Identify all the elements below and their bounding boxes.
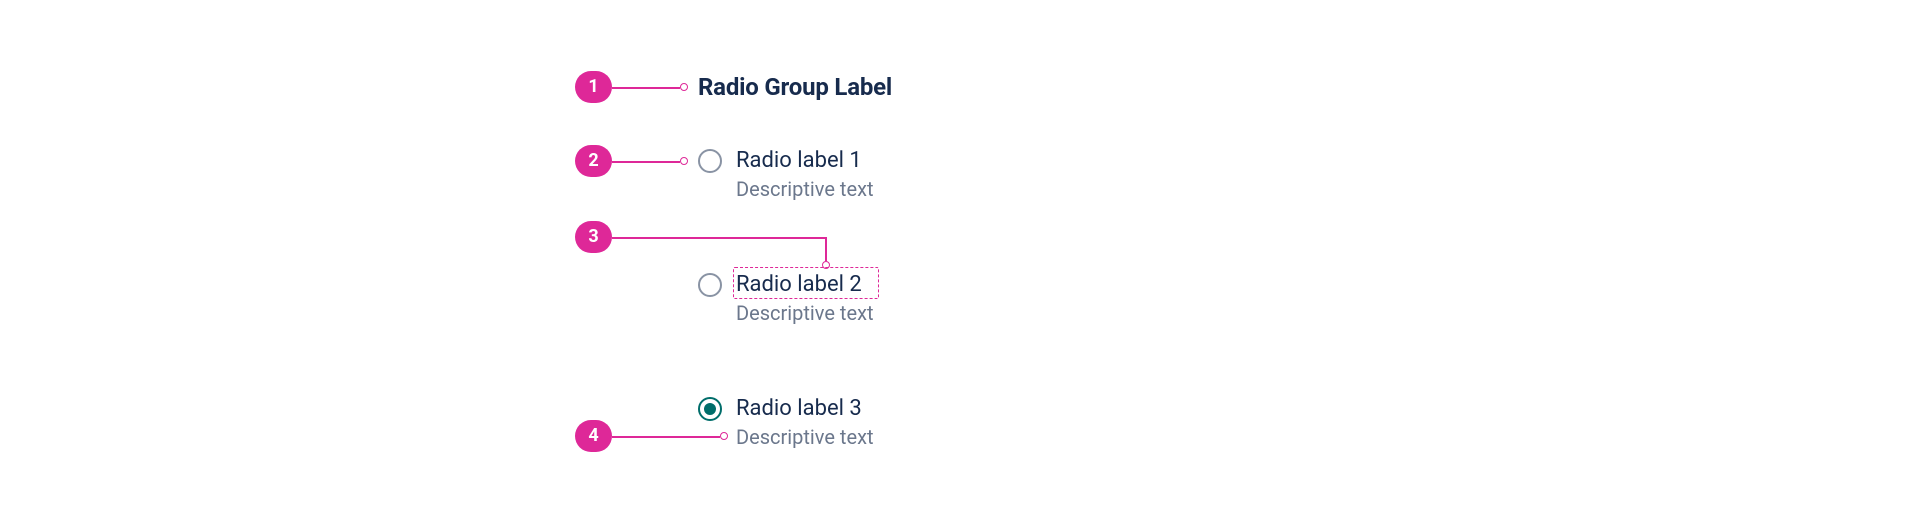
radio-option-2[interactable]: Radio label 2 Descriptive text	[698, 271, 874, 326]
radio-unchecked-icon	[698, 149, 722, 173]
radio-option-3[interactable]: Radio label 3 Descriptive text	[698, 395, 874, 450]
annotation-leader-3-h	[612, 237, 826, 239]
radio-group-label: Radio Group Label	[698, 73, 892, 101]
annotation-pill-2: 2	[575, 145, 612, 177]
annotation-endpoint-3	[822, 261, 830, 269]
radio-label: Radio label 3	[736, 395, 874, 423]
radio-checked-icon	[698, 397, 722, 421]
radio-text-block: Radio label 2 Descriptive text	[736, 271, 874, 326]
radio-description: Descriptive text	[736, 425, 874, 450]
radio-text-block: Radio label 3 Descriptive text	[736, 395, 874, 450]
radio-checked-dot-icon	[704, 403, 716, 415]
radio-text-block: Radio label 1 Descriptive text	[736, 147, 874, 202]
annotation-pill-4: 4	[575, 420, 612, 452]
radio-label: Radio label 1	[736, 147, 874, 175]
annotation-endpoint-2	[680, 157, 688, 165]
annotation-endpoint-4	[720, 432, 728, 440]
radio-option-1[interactable]: Radio label 1 Descriptive text	[698, 147, 874, 202]
annotation-leader-4	[612, 436, 720, 438]
annotation-pill-3: 3	[575, 221, 612, 253]
radio-label: Radio label 2	[736, 271, 874, 299]
annotation-leader-3-v	[825, 237, 827, 261]
diagram-stage: 1 Radio Group Label 2 Radio label 1 Desc…	[0, 0, 1916, 524]
radio-description: Descriptive text	[736, 177, 874, 202]
annotation-leader-1	[612, 87, 680, 89]
radio-unchecked-icon	[698, 273, 722, 297]
annotation-endpoint-1	[680, 83, 688, 91]
annotation-pill-1: 1	[575, 71, 612, 103]
radio-description: Descriptive text	[736, 301, 874, 326]
annotation-leader-2	[612, 161, 680, 163]
